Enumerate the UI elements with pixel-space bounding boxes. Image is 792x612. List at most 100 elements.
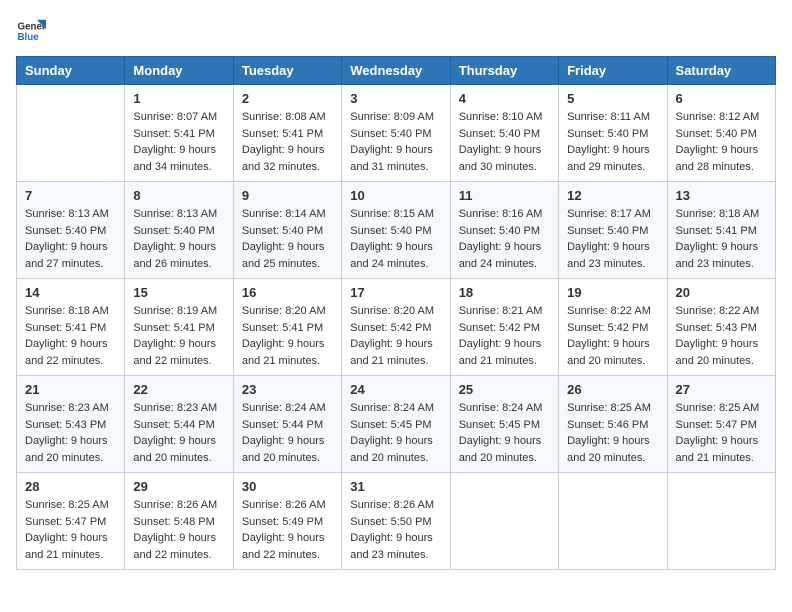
- day-cell: 31 Sunrise: 8:26 AMSunset: 5:50 PMDayligh…: [342, 473, 450, 570]
- header-saturday: Saturday: [667, 57, 775, 85]
- day-info: Sunrise: 8:20 AMSunset: 5:42 PMDaylight:…: [350, 303, 441, 369]
- week-row-1: 1Sunrise: 8:07 AMSunset: 5:41 PMDaylight…: [17, 85, 776, 182]
- day-info: Sunrise: 8:09 AMSunset: 5:40 PMDaylight:…: [350, 109, 441, 175]
- day-info: Sunrise: 8:10 AMSunset: 5:40 PMDaylight:…: [459, 109, 550, 175]
- day-cell: 29 Sunrise: 8:26 AMSunset: 5:48 PMDayligh…: [125, 473, 233, 570]
- day-info: Sunrise: 8:23 AMSunset: 5:43 PMDaylight:…: [25, 400, 116, 466]
- week-row-2: 7 Sunrise: 8:13 AMSunset: 5:40 PMDaylight…: [17, 182, 776, 279]
- day-number: 22: [133, 382, 224, 397]
- day-number: 9: [242, 188, 333, 203]
- day-number: 16: [242, 285, 333, 300]
- day-cell: 1Sunrise: 8:07 AMSunset: 5:41 PMDaylight…: [125, 85, 233, 182]
- day-info: Sunrise: 8:26 AMSunset: 5:49 PMDaylight:…: [242, 497, 333, 563]
- day-number: 17: [350, 285, 441, 300]
- day-cell: 3Sunrise: 8:09 AMSunset: 5:40 PMDaylight…: [342, 85, 450, 182]
- day-cell: 27Sunrise: 8:25 AMSunset: 5:47 PMDayligh…: [667, 376, 775, 473]
- day-cell: 11 Sunrise: 8:16 AMSunset: 5:40 PMDayligh…: [450, 182, 558, 279]
- day-number: 21: [25, 382, 116, 397]
- day-number: 14: [25, 285, 116, 300]
- day-info: Sunrise: 8:19 AMSunset: 5:41 PMDaylight:…: [133, 303, 224, 369]
- day-number: 2: [242, 91, 333, 106]
- day-number: 8: [133, 188, 224, 203]
- day-cell: 18 Sunrise: 8:21 AMSunset: 5:42 PMDayligh…: [450, 279, 558, 376]
- day-cell: 16 Sunrise: 8:20 AMSunset: 5:41 PMDayligh…: [233, 279, 341, 376]
- day-cell: 2Sunrise: 8:08 AMSunset: 5:41 PMDaylight…: [233, 85, 341, 182]
- day-cell: [559, 473, 667, 570]
- day-cell: 25Sunrise: 8:24 AMSunset: 5:45 PMDayligh…: [450, 376, 558, 473]
- day-info: Sunrise: 8:16 AMSunset: 5:40 PMDaylight:…: [459, 206, 550, 272]
- day-cell: [667, 473, 775, 570]
- day-cell: 6 Sunrise: 8:12 AMSunset: 5:40 PMDaylight…: [667, 85, 775, 182]
- day-cell: 19 Sunrise: 8:22 AMSunset: 5:42 PMDayligh…: [559, 279, 667, 376]
- day-cell: 9Sunrise: 8:14 AMSunset: 5:40 PMDaylight…: [233, 182, 341, 279]
- day-info: Sunrise: 8:22 AMSunset: 5:42 PMDaylight:…: [567, 303, 658, 369]
- day-number: 15: [133, 285, 224, 300]
- day-cell: 13 Sunrise: 8:18 AMSunset: 5:41 PMDayligh…: [667, 182, 775, 279]
- day-info: Sunrise: 8:17 AMSunset: 5:40 PMDaylight:…: [567, 206, 658, 272]
- day-number: 28: [25, 479, 116, 494]
- day-info: Sunrise: 8:18 AMSunset: 5:41 PMDaylight:…: [25, 303, 116, 369]
- day-cell: 12 Sunrise: 8:17 AMSunset: 5:40 PMDayligh…: [559, 182, 667, 279]
- day-cell: 10 Sunrise: 8:15 AMSunset: 5:40 PMDayligh…: [342, 182, 450, 279]
- day-cell: 26Sunrise: 8:25 AMSunset: 5:46 PMDayligh…: [559, 376, 667, 473]
- day-cell: [17, 85, 125, 182]
- day-number: 29: [133, 479, 224, 494]
- day-info: Sunrise: 8:22 AMSunset: 5:43 PMDaylight:…: [676, 303, 767, 369]
- day-cell: 22 Sunrise: 8:23 AMSunset: 5:44 PMDayligh…: [125, 376, 233, 473]
- day-number: 1: [133, 91, 224, 106]
- day-number: 10: [350, 188, 441, 203]
- calendar-table: SundayMondayTuesdayWednesdayThursdayFrid…: [16, 56, 776, 570]
- day-cell: 23 Sunrise: 8:24 AMSunset: 5:44 PMDayligh…: [233, 376, 341, 473]
- day-number: 27: [676, 382, 767, 397]
- week-row-5: 28 Sunrise: 8:25 AMSunset: 5:47 PMDayligh…: [17, 473, 776, 570]
- day-cell: 28 Sunrise: 8:25 AMSunset: 5:47 PMDayligh…: [17, 473, 125, 570]
- day-info: Sunrise: 8:12 AMSunset: 5:40 PMDaylight:…: [676, 109, 767, 175]
- day-number: 4: [459, 91, 550, 106]
- svg-text:Blue: Blue: [18, 32, 40, 43]
- day-number: 18: [459, 285, 550, 300]
- day-number: 5: [567, 91, 658, 106]
- header-sunday: Sunday: [17, 57, 125, 85]
- day-cell: 20Sunrise: 8:22 AMSunset: 5:43 PMDayligh…: [667, 279, 775, 376]
- day-info: Sunrise: 8:26 AMSunset: 5:50 PMDaylight:…: [350, 497, 441, 563]
- day-number: 13: [676, 188, 767, 203]
- day-number: 24: [350, 382, 441, 397]
- day-info: Sunrise: 8:25 AMSunset: 5:47 PMDaylight:…: [25, 497, 116, 563]
- day-number: 26: [567, 382, 658, 397]
- day-info: Sunrise: 8:24 AMSunset: 5:45 PMDaylight:…: [350, 400, 441, 466]
- header-wednesday: Wednesday: [342, 57, 450, 85]
- day-cell: 8 Sunrise: 8:13 AMSunset: 5:40 PMDaylight…: [125, 182, 233, 279]
- day-info: Sunrise: 8:18 AMSunset: 5:41 PMDaylight:…: [676, 206, 767, 272]
- day-cell: 14 Sunrise: 8:18 AMSunset: 5:41 PMDayligh…: [17, 279, 125, 376]
- day-info: Sunrise: 8:13 AMSunset: 5:40 PMDaylight:…: [25, 206, 116, 272]
- day-info: Sunrise: 8:23 AMSunset: 5:44 PMDaylight:…: [133, 400, 224, 466]
- day-info: Sunrise: 8:11 AMSunset: 5:40 PMDaylight:…: [567, 109, 658, 175]
- day-cell: 15 Sunrise: 8:19 AMSunset: 5:41 PMDayligh…: [125, 279, 233, 376]
- day-number: 6: [676, 91, 767, 106]
- logo-icon: General Blue: [16, 16, 46, 46]
- day-info: Sunrise: 8:20 AMSunset: 5:41 PMDaylight:…: [242, 303, 333, 369]
- day-info: Sunrise: 8:26 AMSunset: 5:48 PMDaylight:…: [133, 497, 224, 563]
- day-number: 19: [567, 285, 658, 300]
- day-cell: 5 Sunrise: 8:11 AMSunset: 5:40 PMDaylight…: [559, 85, 667, 182]
- week-row-4: 21 Sunrise: 8:23 AMSunset: 5:43 PMDayligh…: [17, 376, 776, 473]
- day-cell: 24 Sunrise: 8:24 AMSunset: 5:45 PMDayligh…: [342, 376, 450, 473]
- day-number: 23: [242, 382, 333, 397]
- day-number: 12: [567, 188, 658, 203]
- header-tuesday: Tuesday: [233, 57, 341, 85]
- day-number: 7: [25, 188, 116, 203]
- day-number: 30: [242, 479, 333, 494]
- day-info: Sunrise: 8:24 AMSunset: 5:44 PMDaylight:…: [242, 400, 333, 466]
- day-cell: [450, 473, 558, 570]
- week-row-3: 14 Sunrise: 8:18 AMSunset: 5:41 PMDayligh…: [17, 279, 776, 376]
- header-friday: Friday: [559, 57, 667, 85]
- day-number: 11: [459, 188, 550, 203]
- day-info: Sunrise: 8:21 AMSunset: 5:42 PMDaylight:…: [459, 303, 550, 369]
- day-cell: 4 Sunrise: 8:10 AMSunset: 5:40 PMDaylight…: [450, 85, 558, 182]
- day-cell: 17 Sunrise: 8:20 AMSunset: 5:42 PMDayligh…: [342, 279, 450, 376]
- logo: General Blue: [16, 16, 46, 46]
- day-info: Sunrise: 8:15 AMSunset: 5:40 PMDaylight:…: [350, 206, 441, 272]
- day-info: Sunrise: 8:13 AMSunset: 5:40 PMDaylight:…: [133, 206, 224, 272]
- header-monday: Monday: [125, 57, 233, 85]
- day-number: 31: [350, 479, 441, 494]
